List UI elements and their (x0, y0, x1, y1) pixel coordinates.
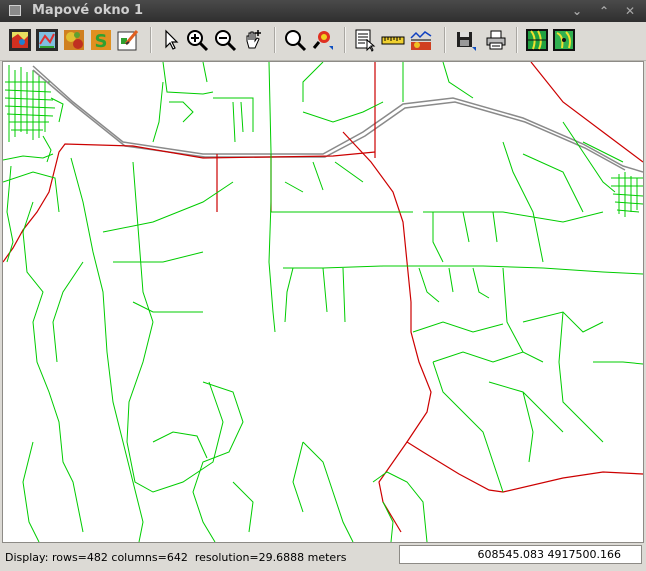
town-grid-east (611, 172, 643, 217)
shaded-relief-icon[interactable] (62, 28, 86, 52)
maximize-icon[interactable]: ⌃ (595, 2, 613, 20)
toolbar-separator (344, 27, 346, 53)
coordinates-readout: 608545.083 4917500.166 (399, 545, 642, 564)
zoom-in-icon[interactable] (185, 28, 209, 52)
printer-icon[interactable] (484, 28, 508, 52)
vector-map-icon[interactable] (35, 28, 59, 52)
map-canvas[interactable] (2, 61, 644, 543)
pan-hand-icon[interactable] (241, 28, 265, 52)
toolbar-separator (150, 27, 152, 53)
display-info: Display: rows=482 columns=642 resolution… (5, 551, 347, 564)
zoom-out-icon[interactable] (213, 28, 237, 52)
zoom-menu-icon[interactable] (311, 28, 335, 52)
window-icon (9, 5, 21, 16)
overlay-icon[interactable] (116, 28, 140, 52)
ruler-icon[interactable] (381, 28, 405, 52)
town-grid-west (4, 65, 64, 163)
map-window: Mapové okno 1 ⌄ ⌃ ✕ S Display: rows=482 … (0, 0, 646, 571)
profile-icon[interactable] (409, 28, 433, 52)
query-icon[interactable] (353, 28, 377, 52)
pointer-icon[interactable] (159, 28, 183, 52)
toolbar-separator (274, 27, 276, 53)
raster-map-icon[interactable] (8, 28, 32, 52)
minimize-icon[interactable]: ⌄ (568, 2, 586, 20)
toolbar-separator (444, 27, 446, 53)
toolbar: S (0, 22, 646, 61)
window-title: Mapové okno 1 (32, 3, 144, 18)
road-network (3, 62, 643, 542)
floppy-disk-icon[interactable] (453, 28, 477, 52)
svg-text:S: S (95, 31, 108, 52)
zoom-back-icon[interactable] (283, 28, 307, 52)
raster-map-3-icon[interactable] (552, 28, 576, 52)
toolbar-separator (516, 27, 518, 53)
close-icon[interactable]: ✕ (621, 2, 639, 20)
raster-map-2-icon[interactable] (525, 28, 549, 52)
title-bar[interactable]: Mapové okno 1 ⌄ ⌃ ✕ (0, 0, 646, 22)
thematic-map-icon[interactable]: S (89, 28, 113, 52)
